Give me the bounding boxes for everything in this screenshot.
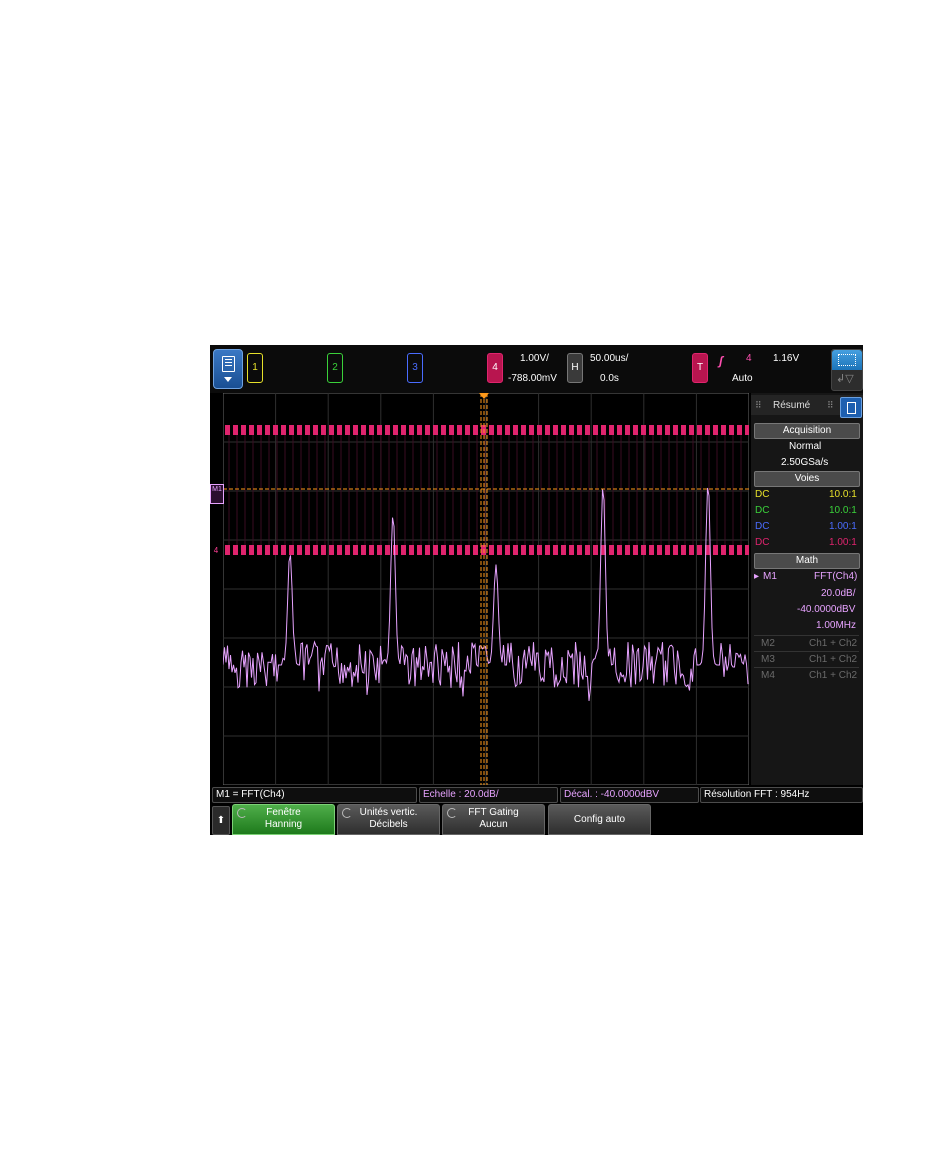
drag-handle-icon[interactable]: ⠿ xyxy=(755,400,762,411)
gating-value: Aucun xyxy=(479,819,508,830)
trigger-indicator[interactable]: T xyxy=(692,353,708,383)
channel-3-indicator[interactable]: 3 xyxy=(407,353,423,383)
m1-scale: 20.0dB/ xyxy=(821,588,856,599)
ch3-probe: 1.00:1 xyxy=(829,521,857,532)
m3-label[interactable]: M3 xyxy=(761,654,775,665)
units-label: Unités vertic. xyxy=(359,807,418,818)
m1-arrow-icon: ▸ xyxy=(754,571,760,582)
math-definition: M1 = FFT(Ch4) xyxy=(212,787,417,803)
summary-header: ⠿ Résumé ⠿ xyxy=(751,395,863,418)
fft-resolution-status: Résolution FFT : 954Hz xyxy=(700,787,863,803)
ch2-probe: 10.0:1 xyxy=(829,505,857,516)
m1-function: FFT(Ch4) xyxy=(814,571,858,582)
window-softkey[interactable]: Fenêtre Hanning xyxy=(232,804,335,835)
summary-title: Résumé xyxy=(773,400,811,411)
channel-2-indicator[interactable]: 2 xyxy=(327,353,343,383)
undo-arrow-icon: ↲▽ xyxy=(836,373,854,385)
m1-span: 1.00MHz xyxy=(816,620,857,631)
ch2-coupling: DC xyxy=(755,505,770,516)
knob-icon xyxy=(237,808,247,818)
zoom-select-button[interactable]: ↲▽ xyxy=(831,349,863,391)
vertical-units-softkey[interactable]: Unités vertic. Décibels xyxy=(337,804,440,835)
ch1-probe: 10.0:1 xyxy=(829,489,857,500)
math-offset-status: Décal. : -40.0000dBV xyxy=(560,787,699,803)
main-menu-button[interactable] xyxy=(213,349,243,389)
m4-label[interactable]: M4 xyxy=(761,670,775,681)
auto-setup-softkey[interactable]: Config auto xyxy=(548,804,651,835)
summary-doc-icon[interactable] xyxy=(840,397,862,418)
summary-panel: ⠿ Résumé ⠿ Acquisition Normal 2.50GSa/s … xyxy=(751,393,863,785)
ch4-ground-marker[interactable]: 4 xyxy=(210,546,222,556)
zoom-box-icon xyxy=(838,354,856,366)
window-label: Fenêtre xyxy=(266,807,301,818)
m4-function: Ch1 + Ch2 xyxy=(809,670,858,681)
ch3-coupling: DC xyxy=(755,521,770,532)
trigger-level: 1.16V xyxy=(773,353,800,364)
ch4-probe: 1.00:1 xyxy=(829,537,857,548)
math-header: Math xyxy=(754,553,860,569)
softkey-bar: ⬆ Fenêtre Hanning Unités vertic. Décibel… xyxy=(210,804,863,835)
horizontal-indicator[interactable]: H xyxy=(567,353,583,383)
ch4-scale: 1.00V/ xyxy=(520,353,549,364)
math-scale-status: Echelle : 20.0dB/ xyxy=(419,787,558,803)
acquisition-header: Acquisition xyxy=(754,423,860,439)
ch4-offset: -788.00mV xyxy=(508,373,557,384)
channels-header: Voies xyxy=(754,471,860,487)
back-button[interactable]: ⬆ xyxy=(212,806,230,835)
knob-icon xyxy=(447,808,457,818)
m1-offset: -40.0000dBV xyxy=(797,604,856,615)
channel-1-indicator[interactable]: 1 xyxy=(247,353,263,383)
trigger-source: 4 xyxy=(746,353,752,364)
units-value: Décibels xyxy=(369,819,408,830)
ch1-coupling: DC xyxy=(755,489,770,500)
top-status-bar: 1 2 3 4 1.00V/ -788.00mV H 50.00us/ 0.0s… xyxy=(210,345,863,393)
m3-function: Ch1 + Ch2 xyxy=(809,654,858,665)
waveform-graticule xyxy=(223,393,749,785)
m2-function: Ch1 + Ch2 xyxy=(809,638,858,649)
oscilloscope-screen: 1 2 3 4 1.00V/ -788.00mV H 50.00us/ 0.0s… xyxy=(210,345,863,835)
acquisition-mode: Normal xyxy=(789,441,822,452)
m1-label[interactable]: M1 xyxy=(763,571,777,582)
menu-page-icon xyxy=(222,356,235,372)
trigger-mode: Auto xyxy=(732,373,753,384)
math-status-bar: M1 = FFT(Ch4) Echelle : 20.0dB/ Décal. :… xyxy=(210,787,863,803)
channel-4-indicator[interactable]: 4 xyxy=(487,353,503,383)
auto-setup-label: Config auto xyxy=(573,814,626,825)
drag-handle-icon[interactable]: ⠿ xyxy=(827,400,834,411)
window-value: Hanning xyxy=(264,819,303,830)
ch4-coupling: DC xyxy=(755,537,770,548)
timebase: 50.00us/ xyxy=(590,353,629,364)
m2-label[interactable]: M2 xyxy=(761,638,775,649)
rising-edge-icon: ʃ xyxy=(719,354,723,368)
sample-rate: 2.50GSa/s xyxy=(781,457,829,468)
horizontal-delay: 0.0s xyxy=(600,373,619,384)
menu-arrow-icon xyxy=(224,377,232,382)
knob-icon xyxy=(342,808,352,818)
math-ground-marker[interactable]: M1 xyxy=(210,484,224,504)
gating-label: FFT Gating xyxy=(468,807,519,818)
fft-gating-softkey[interactable]: FFT Gating Aucun xyxy=(442,804,545,835)
